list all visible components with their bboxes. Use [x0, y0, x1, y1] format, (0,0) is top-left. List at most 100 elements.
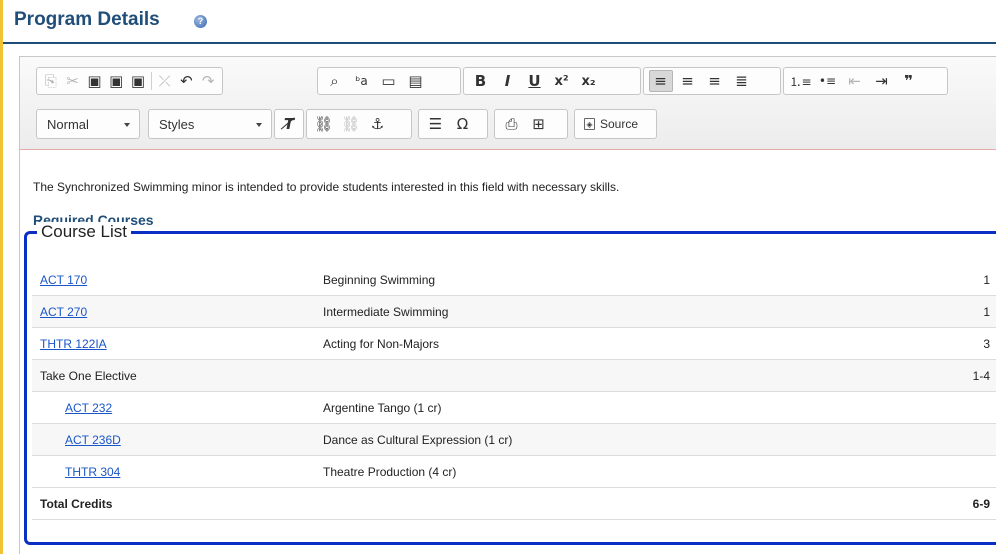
find-group: ⌕ ᵇa ▭ ▤ [317, 67, 461, 95]
blockquote-icon[interactable]: ❞ [897, 70, 921, 92]
cut-icon[interactable]: ✂ [63, 70, 82, 92]
find-icon[interactable]: ⌕ [323, 70, 347, 92]
widgets-group: ⎙ ⊞ [494, 109, 568, 139]
styles-select[interactable]: Styles [148, 109, 272, 139]
total-credits-row: Total Credits 6-9 [32, 487, 996, 520]
chevron-down-icon [124, 123, 130, 127]
horizontal-rule-icon[interactable]: ☰ [424, 113, 448, 135]
bold-icon[interactable]: B [469, 70, 493, 92]
table-row: ACT 270 Intermediate Swimming 1 [32, 295, 996, 328]
insert-group: ☰ Ω [418, 109, 488, 139]
table-row: Take One Elective 1-4 [32, 359, 996, 392]
page-header: Program Details ? [3, 0, 996, 44]
special-character-icon[interactable]: Ω [451, 113, 475, 135]
format-select-value: Normal [47, 117, 89, 132]
course-title-cell: Dance as Cultural Expression (1 cr) [323, 423, 923, 456]
numbered-list-icon[interactable]: ⒈≡ [789, 70, 813, 92]
course-code-cell: Take One Elective [32, 359, 323, 392]
left-accent-rule [0, 0, 3, 554]
undo-icon[interactable]: ↶ [177, 70, 196, 92]
clear-format-group: T̸ [274, 109, 304, 139]
course-link[interactable]: ACT 232 [65, 401, 112, 415]
total-credits-value: 6-9 [923, 487, 996, 520]
course-title-cell: Acting for Non-Majors [323, 327, 923, 360]
source-button[interactable]: ◈ Source [578, 117, 644, 131]
chevron-down-icon [256, 123, 262, 127]
source-group: ◈ Source [574, 109, 657, 139]
justify-icon[interactable]: ≣ [730, 70, 754, 92]
align-left-icon[interactable]: ≡ [648, 70, 673, 92]
course-credits-cell: 1 [923, 295, 996, 328]
table-row: ACT 232 Argentine Tango (1 cr) [32, 391, 996, 424]
redo-icon[interactable]: ↷ [199, 70, 218, 92]
bulleted-list-icon[interactable]: •≡ [816, 70, 840, 92]
table-row: ACT 236D Dance as Cultural Expression (1 … [32, 423, 996, 456]
superscript-icon[interactable]: x² [550, 70, 574, 92]
total-credits-label: Total Credits [32, 487, 323, 520]
paste-text-icon[interactable]: ▣ [107, 70, 126, 92]
course-title-cell [323, 359, 923, 392]
toolbar-separator [150, 72, 152, 90]
paste-word-icon[interactable]: ▣ [129, 70, 148, 92]
course-link[interactable]: ACT 170 [40, 273, 87, 287]
course-link[interactable]: ACT 236D [65, 433, 121, 447]
indent-icon[interactable]: ⇥ [870, 70, 894, 92]
unlink-icon[interactable]: ⛓ [339, 113, 363, 135]
course-code-cell: THTR 122IA [32, 327, 323, 360]
course-code-cell: THTR 304 [32, 455, 323, 488]
course-link[interactable]: ACT 270 [40, 305, 87, 319]
course-table: ACT 170 Beginning Swimming 1 ACT 270 Interme… [32, 264, 996, 520]
table-row: ACT 170 Beginning Swimming 1 [32, 264, 996, 296]
course-credits-cell: 1-4 [923, 359, 996, 392]
snippet-icon[interactable]: ⎙ [500, 113, 524, 135]
copy-icon[interactable]: ⎘ [42, 70, 61, 92]
course-code-cell: ACT 270 [32, 295, 323, 328]
question-icon[interactable]: ? [194, 15, 207, 28]
underline-icon[interactable]: U [523, 70, 547, 92]
align-right-icon[interactable]: ≡ [703, 70, 727, 92]
alignment-group: ≡ ≡ ≡ ≣ [643, 67, 781, 95]
remove-format-icon[interactable]: ⤫ [155, 70, 174, 92]
course-code-cell: ACT 232 [32, 391, 323, 424]
course-credits-cell: 1 [923, 264, 996, 296]
replace-icon[interactable]: ᵇa [350, 70, 374, 92]
format-select[interactable]: Normal [36, 109, 140, 139]
source-icon: ◈ [584, 118, 595, 130]
total-spacer-cell [323, 487, 923, 520]
course-credits-cell: 3 [923, 327, 996, 360]
editor-toolbar: ⎘ ✂ ▣ ▣ ▣ ⤫ ↶ ↷ ⌕ ᵇa ▭ ▤ B I U x² x₂ ≡ ≡… [20, 57, 996, 150]
list-group: ⒈≡ •≡ ⇤ ⇥ ❞ [783, 67, 948, 95]
rich-text-editor: ⎘ ✂ ▣ ▣ ▣ ⤫ ↶ ↷ ⌕ ᵇa ▭ ▤ B I U x² x₂ ≡ ≡… [19, 56, 996, 554]
course-title-cell: Beginning Swimming [323, 264, 923, 296]
course-credits-cell [923, 391, 996, 424]
page-title: Program Details [14, 9, 160, 30]
table-row: THTR 304 Theatre Production (4 cr) [32, 455, 996, 488]
anchor-icon[interactable]: ⚓ [366, 113, 390, 135]
course-list-legend: Course List [37, 222, 131, 242]
table-row: THTR 122IA Acting for Non-Majors 3 [32, 327, 996, 360]
basic-styles-group: B I U x² x₂ [463, 67, 641, 95]
course-credits-cell [923, 423, 996, 456]
course-code-cell: ACT 170 [32, 264, 323, 296]
styles-select-value: Styles [159, 117, 195, 132]
outdent-icon[interactable]: ⇤ [843, 70, 867, 92]
source-button-label: Source [600, 117, 639, 131]
subscript-icon[interactable]: x₂ [577, 70, 601, 92]
spellcheck-icon[interactable]: ▤ [404, 70, 428, 92]
link-icon[interactable]: ⛓ [312, 113, 336, 135]
italic-icon[interactable]: I [496, 70, 520, 92]
course-link[interactable]: THTR 122IA [40, 337, 107, 351]
course-title-cell: Argentine Tango (1 cr) [323, 391, 923, 424]
select-all-icon[interactable]: ▭ [377, 70, 401, 92]
links-group: ⛓ ⛓ ⚓ [306, 109, 412, 139]
paste-icon[interactable]: ▣ [85, 70, 104, 92]
table-icon[interactable]: ⊞ [527, 113, 551, 135]
course-code-cell: ACT 236D [32, 423, 323, 456]
course-title-cell: Intermediate Swimming [323, 295, 923, 328]
program-description: The Synchronized Swimming minor is inten… [33, 180, 620, 194]
course-link[interactable]: THTR 304 [65, 465, 120, 479]
clear-formatting-icon[interactable]: T̸ [280, 113, 299, 135]
clipboard-group: ⎘ ✂ ▣ ▣ ▣ ⤫ ↶ ↷ [36, 67, 223, 95]
course-list-box: Course List ACT 170 Beginning Swimming 1 AC… [24, 222, 996, 545]
align-center-icon[interactable]: ≡ [676, 70, 700, 92]
